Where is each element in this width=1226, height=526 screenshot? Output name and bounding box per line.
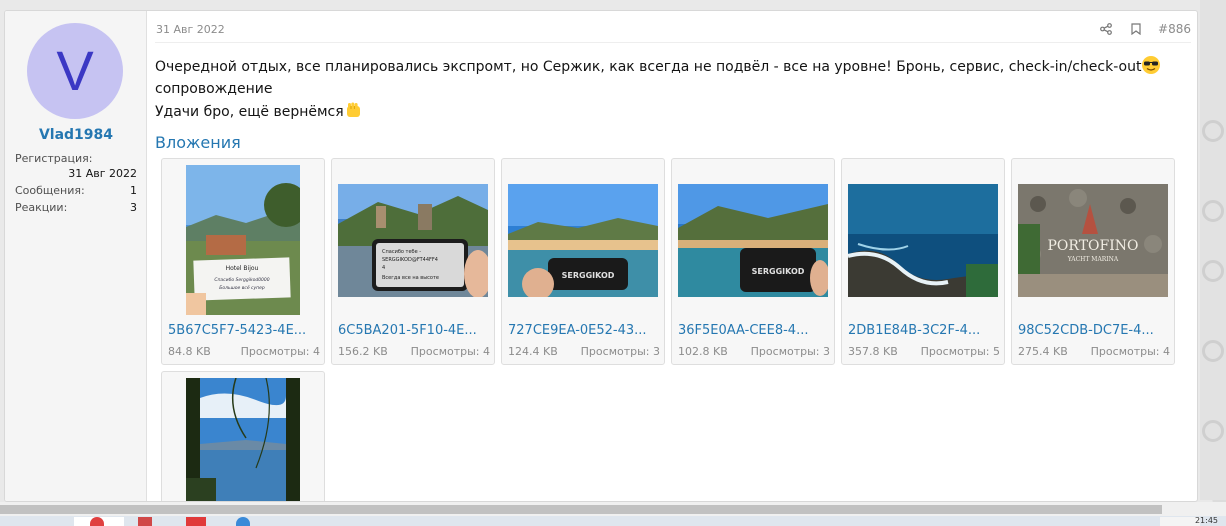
note-line: Большое всё супер — [219, 285, 265, 291]
deco-circle-icon — [1202, 420, 1224, 442]
attachment-views: Просмотры: 4 — [1090, 345, 1170, 358]
attachment-views: Просмотры: 4 — [410, 345, 490, 358]
attachment-meta: 275.4 KB Просмотры: 4 — [1018, 345, 1170, 358]
message-line-3: Удачи бро, ещё вернёмся — [155, 104, 344, 120]
attachment-thumbnail[interactable]: PORTOFINO YACHT MARINA — [1018, 165, 1168, 315]
stat-label: Сообщения: — [15, 184, 85, 197]
attachment-views: Просмотры: 5 — [920, 345, 1000, 358]
photo-harbor-phone: SERGGIKOD — [508, 183, 658, 297]
note-title: Hotel Bijou — [226, 265, 259, 272]
share-icon[interactable] — [1098, 21, 1114, 37]
taskbar: 21:45 — [0, 516, 1226, 526]
attachment-meta: 84.8 KB Просмотры: 4 — [168, 345, 320, 358]
stat-label: Реакции: — [15, 201, 68, 214]
sunglasses-emoji-icon — [1142, 56, 1161, 74]
post-date[interactable]: 31 Авг 2022 — [156, 23, 225, 36]
attachment-meta: 357.8 KB Просмотры: 5 — [848, 345, 1000, 358]
attachment-size: 84.8 KB — [168, 345, 211, 358]
app-icon[interactable] — [138, 517, 152, 526]
attachment-views: Просмотры: 3 — [580, 345, 660, 358]
phone-text: 4 — [382, 265, 385, 271]
deco-circle-icon — [1202, 200, 1224, 222]
photo-sea-view — [186, 378, 300, 501]
sign-text: PORTOFINO — [1048, 238, 1139, 254]
attachment-thumbnail[interactable]: Hotel Bijou Спасибо Serggikod0000 Большо… — [168, 165, 318, 315]
attachment-meta: 102.8 KB Просмотры: 3 — [678, 345, 830, 358]
attachment-thumbnail[interactable] — [848, 165, 998, 315]
attachment-name[interactable]: 727CE9EA-0E52-43... — [508, 323, 660, 338]
message-cell: 31 Авг 2022 #886 Очередной отдых, все пл… — [147, 11, 1197, 501]
browser-icon[interactable] — [90, 517, 104, 526]
attachment-views: Просмотры: 3 — [750, 345, 830, 358]
photo-portofino-sign: PORTOFINO YACHT MARINA — [1018, 183, 1168, 297]
attachment-size: 357.8 KB — [848, 345, 898, 358]
stat-registration: Регистрация: — [15, 152, 137, 165]
phone-text: Всегда все на высоте — [382, 275, 439, 281]
message-line-2: сопровождение — [155, 81, 273, 97]
side-decoration — [1200, 0, 1226, 500]
attachment-thumbnail[interactable]: Спасибо тебе - SERGGIKOD@FT44FF4 4 Всегд… — [338, 165, 488, 315]
phone-text: SERGGIKOD@FT44FF4 — [382, 257, 438, 263]
sign-text: YACHT MARINA — [1067, 256, 1119, 263]
photo-bay-phone: SERGGIKOD — [678, 183, 828, 297]
attachment-item[interactable]: Hotel Bijou Спасибо Serggikod0000 Большо… — [161, 158, 325, 365]
phone-brand-text: SERGGIKOD — [752, 267, 805, 276]
clock[interactable]: 21:45 — [1195, 516, 1218, 525]
stat-messages: Сообщения: 1 — [15, 184, 137, 197]
phone-text: Спасибо тебе - — [382, 249, 421, 255]
app-icon[interactable] — [186, 517, 206, 526]
forum-post: V Vlad1984 Регистрация: 31 Авг 2022 Сооб… — [4, 10, 1198, 502]
attachment-thumbnail[interactable] — [168, 378, 318, 501]
message-header: 31 Авг 2022 #886 — [155, 19, 1191, 43]
message-body: Очередной отдых, все планировались экспр… — [155, 55, 1185, 123]
attachment-views: Просмотры: 4 — [240, 345, 320, 358]
user-info-panel: V Vlad1984 Регистрация: 31 Авг 2022 Сооб… — [5, 11, 147, 501]
fist-emoji-icon — [346, 102, 360, 117]
stat-reactions: Реакции: 3 — [15, 201, 137, 214]
attachment-name[interactable]: 36F5E0AA-CEE8-4... — [678, 323, 830, 338]
attachment-name[interactable]: 6C5BA201-5F10-4E... — [338, 323, 490, 338]
note-line: Спасибо Serggikod0000 — [214, 277, 269, 283]
avatar[interactable]: V — [27, 23, 123, 119]
attachment-size: 156.2 KB — [338, 345, 388, 358]
bookmark-icon[interactable] — [1128, 21, 1144, 37]
attachment-size: 124.4 KB — [508, 345, 558, 358]
attachment-thumbnail[interactable]: SERGGIKOD — [678, 165, 828, 315]
phone-brand-text: SERGGIKOD — [562, 271, 615, 280]
horizontal-scrollbar[interactable] — [0, 502, 1226, 516]
attachment-name[interactable]: 2DB1E84B-3C2F-4... — [848, 323, 1000, 338]
attachment-item[interactable]: SERGGIKOD 36F5E0AA-CEE8-4... 102.8 KB Пр… — [671, 158, 835, 365]
app-icon[interactable] — [236, 517, 250, 526]
attachments-title: Вложения — [155, 133, 241, 152]
attachment-size: 102.8 KB — [678, 345, 728, 358]
stat-value: 1 — [130, 184, 137, 197]
attachment-item[interactable]: PORTOFINO YACHT MARINA 98C52CDB-DC7E-4..… — [1011, 158, 1175, 365]
photo-phone-castle: Спасибо тебе - SERGGIKOD@FT44FF4 4 Всегд… — [338, 183, 488, 297]
attachments-grid: Hotel Bijou Спасибо Serggikod0000 Большо… — [155, 158, 1195, 501]
avatar-letter: V — [56, 39, 94, 102]
attachment-item[interactable] — [161, 371, 325, 501]
attachment-name[interactable]: 98C52CDB-DC7E-4... — [1018, 323, 1170, 338]
deco-circle-icon — [1202, 260, 1224, 282]
deco-circle-icon — [1202, 340, 1224, 362]
username-link[interactable]: Vlad1984 — [5, 127, 147, 143]
scrollbar-thumb[interactable] — [0, 505, 1162, 514]
deco-circle-icon — [1202, 120, 1224, 142]
attachment-item[interactable]: Спасибо тебе - SERGGIKOD@FT44FF4 4 Всегд… — [331, 158, 495, 365]
attachment-meta: 156.2 KB Просмотры: 4 — [338, 345, 490, 358]
message-line-1: Очередной отдых, все планировались экспр… — [155, 59, 1142, 75]
photo-hotel-note: Hotel Bijou Спасибо Serggikod0000 Большо… — [186, 165, 300, 315]
stat-value: 3 — [130, 201, 137, 214]
stat-label: Регистрация: — [15, 152, 93, 165]
attachment-item[interactable]: 2DB1E84B-3C2F-4... 357.8 KB Просмотры: 5 — [841, 158, 1005, 365]
attachment-item[interactable]: SERGGIKOD 727CE9EA-0E52-43... 124.4 KB П… — [501, 158, 665, 365]
header-actions: #886 — [1098, 21, 1191, 37]
attachment-size: 275.4 KB — [1018, 345, 1068, 358]
attachment-thumbnail[interactable]: SERGGIKOD — [508, 165, 658, 315]
photo-sea-rocks — [848, 183, 998, 297]
attachment-name[interactable]: 5B67C5F7-5423-4E... — [168, 323, 320, 338]
stat-value: 31 Авг 2022 — [68, 167, 137, 180]
post-number-link[interactable]: #886 — [1158, 22, 1191, 36]
attachment-meta: 124.4 KB Просмотры: 3 — [508, 345, 660, 358]
